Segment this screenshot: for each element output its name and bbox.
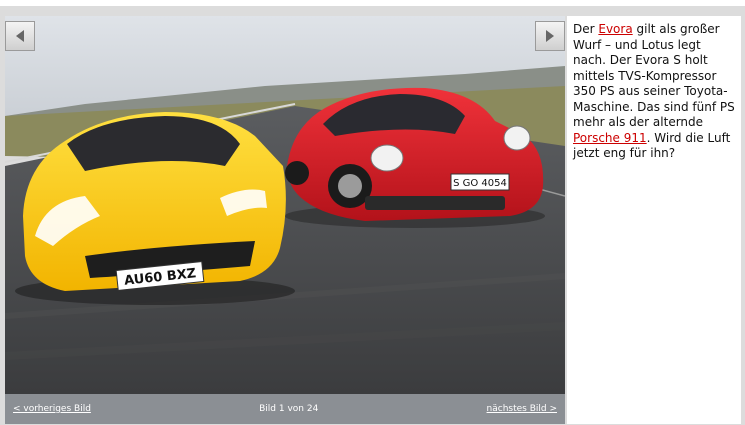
evora-link[interactable]: Evora <box>598 22 632 36</box>
gallery-photo: S GO 4054 AU60 BXZ <box>5 16 565 394</box>
porsche-911-link[interactable]: Porsche 911 <box>573 131 647 145</box>
next-image-link[interactable]: nächstes Bild > <box>487 404 557 414</box>
next-image-button[interactable] <box>535 21 565 51</box>
gallery-frame: S GO 4054 AU60 BXZ < vorheriges Bild Bil… <box>0 6 745 425</box>
caption-text-1: Der <box>573 22 599 36</box>
caption-text-2: gilt als großer Wurf – und Lotus legt na… <box>573 22 735 129</box>
image-caption: Der Evora gilt als großer Wurf – und Lot… <box>567 16 741 424</box>
arrow-right-icon <box>546 30 554 42</box>
gallery-navigation-bar: < vorheriges Bild Bild 1 von 24 nächstes… <box>5 394 565 424</box>
previous-image-link[interactable]: < vorheriges Bild <box>13 404 91 414</box>
svg-text:S GO 4054: S GO 4054 <box>453 178 507 189</box>
arrow-left-icon <box>16 30 24 42</box>
image-counter: Bild 1 von 24 <box>259 404 319 414</box>
previous-image-button[interactable] <box>5 21 35 51</box>
